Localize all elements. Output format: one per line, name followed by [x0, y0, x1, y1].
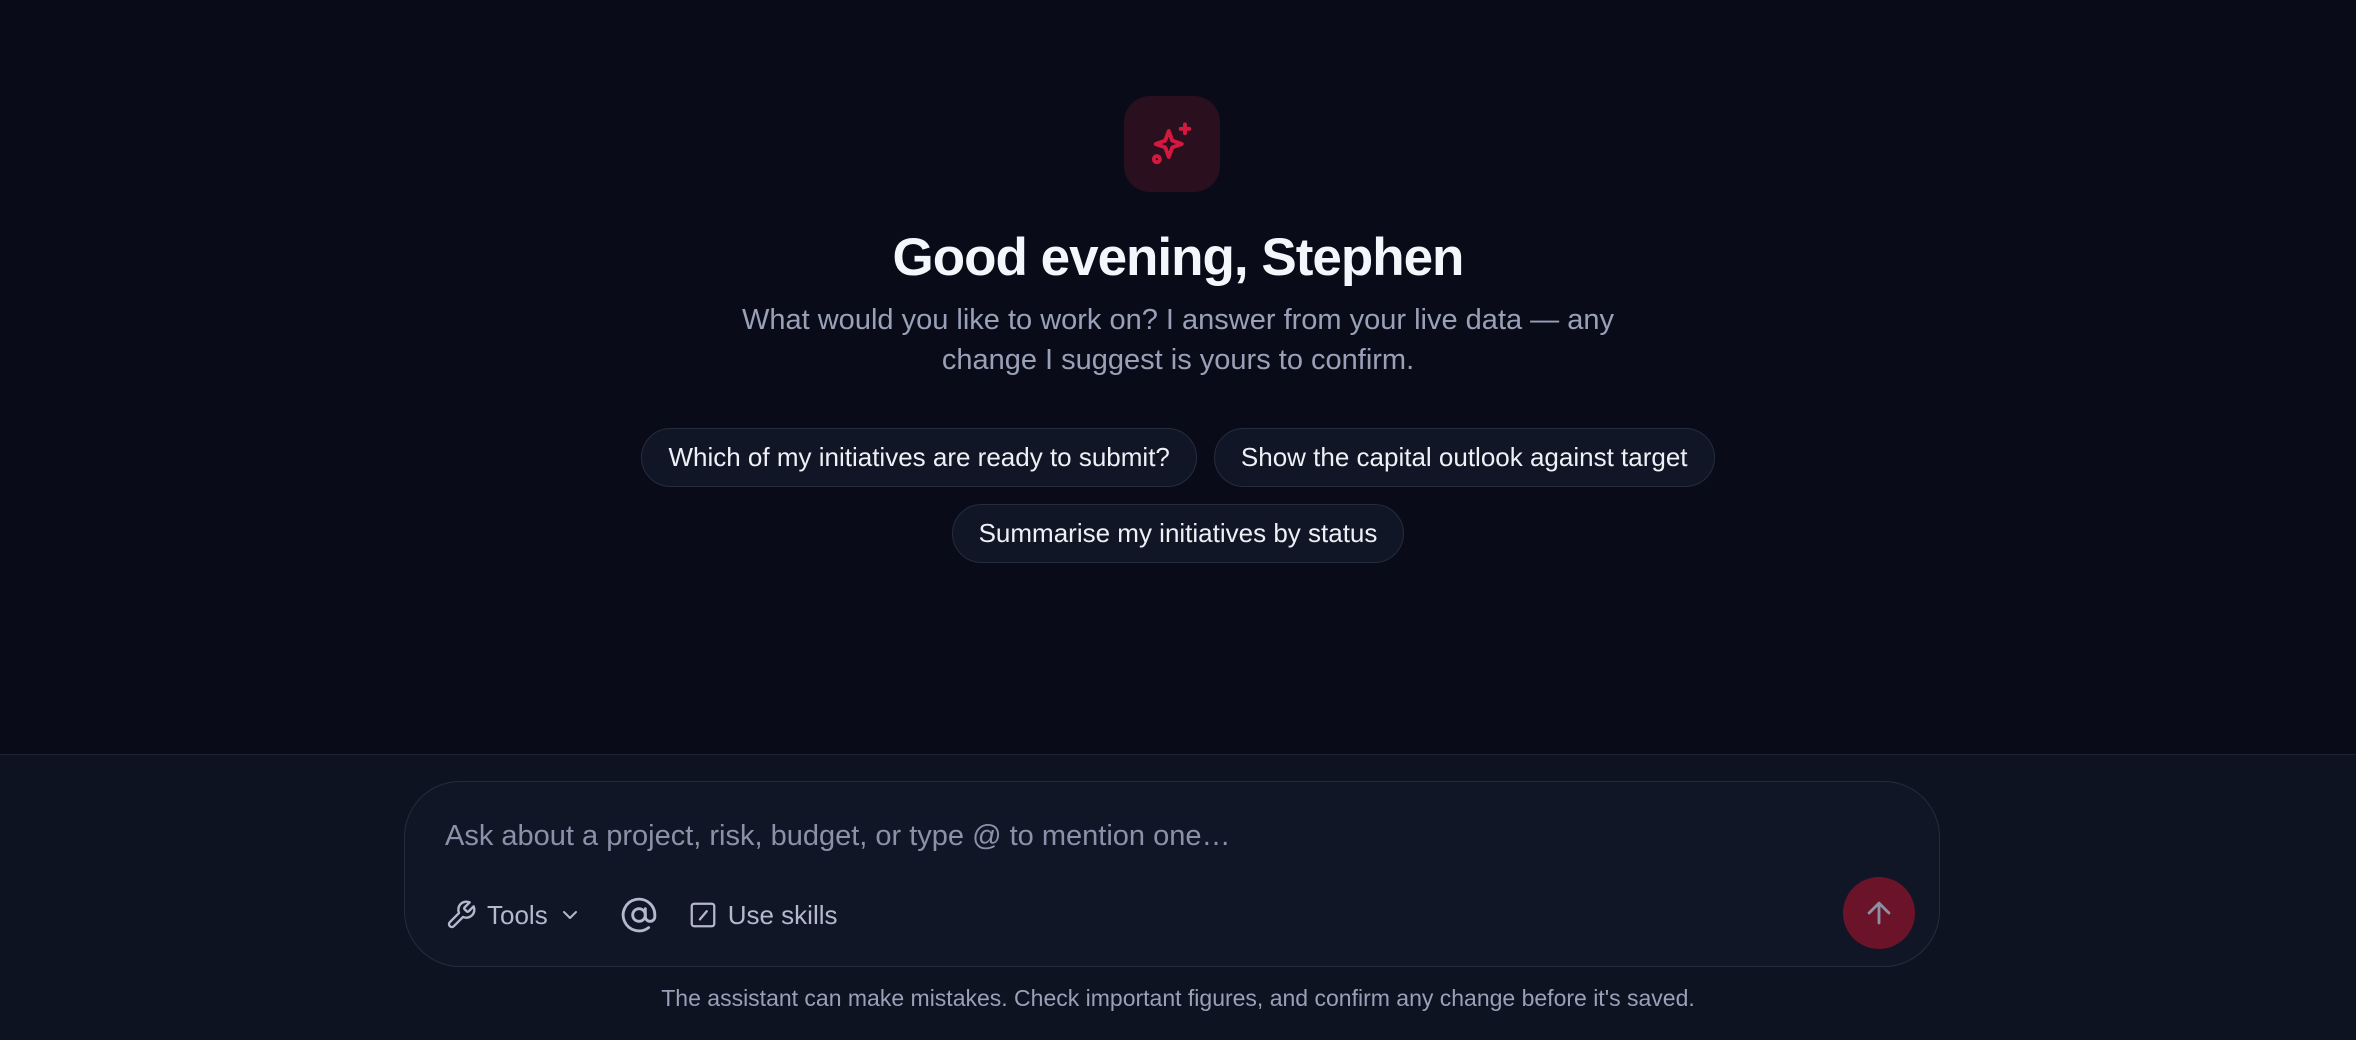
suggestion-chip-ready-to-submit[interactable]: Which of my initiatives are ready to sub… — [641, 428, 1197, 487]
send-button[interactable] — [1843, 877, 1915, 949]
arrow-up-icon — [1862, 896, 1896, 930]
suggestion-chip-summarise-status[interactable]: Summarise my initiatives by status — [951, 504, 1405, 563]
tools-dropdown-button[interactable]: Tools — [445, 899, 582, 931]
composer-area: Tools — [0, 754, 2356, 1040]
use-skills-label: Use skills — [727, 899, 838, 930]
assistant-home: Good evening, Stephen What would you lik… — [0, 0, 2356, 1040]
at-icon — [620, 896, 658, 934]
tools-label: Tools — [487, 899, 548, 930]
sparkles-icon — [1124, 96, 1220, 192]
use-skills-button[interactable]: Use skills — [688, 900, 838, 931]
mention-button[interactable] — [620, 896, 658, 934]
greeting-title: Good evening, Stephen — [892, 228, 1465, 287]
chevron-down-icon — [558, 903, 582, 927]
skills-icon — [688, 900, 718, 930]
greeting-subtitle: What would you like to work on? I answer… — [742, 304, 1614, 376]
suggestion-chips: Which of my initiatives are ready to sub… — [0, 428, 2356, 563]
composer-toolbar: Tools Use skills — [445, 895, 838, 935]
suggestion-row: Which of my initiatives are ready to sub… — [641, 428, 1715, 487]
message-composer: Tools — [404, 781, 1940, 967]
wrench-icon — [445, 899, 477, 931]
suggestion-chip-capital-outlook[interactable]: Show the capital outlook against target — [1213, 428, 1715, 487]
suggestion-row: Summarise my initiatives by status — [951, 504, 1405, 563]
message-input[interactable] — [445, 810, 1745, 862]
disclaimer-text: The assistant can make mistakes. Check i… — [661, 985, 1695, 1011]
